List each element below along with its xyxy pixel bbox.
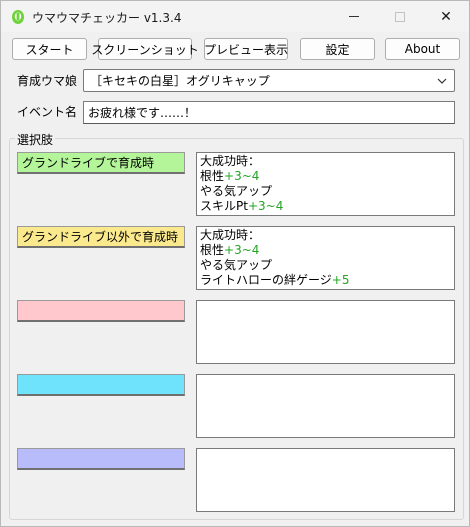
- uma-select[interactable]: ［キセキの白星］オグリキャップ: [83, 69, 455, 92]
- chevron-down-icon: [437, 78, 447, 84]
- about-button[interactable]: About: [385, 38, 460, 60]
- result-line: スキルPt+3~4: [200, 199, 284, 213]
- event-name-value: お疲れ様です……！: [88, 106, 197, 120]
- result-line: 根性+3~4: [200, 169, 260, 183]
- minimize-button[interactable]: [331, 1, 377, 32]
- choice-result-5: [196, 448, 455, 512]
- choice-label-2: グランドライブ以外で育成時: [22, 230, 179, 244]
- choice-button-5[interactable]: [17, 448, 185, 470]
- choice-label-1: グランドライブで育成時: [22, 156, 155, 170]
- close-button[interactable]: ✕: [423, 1, 469, 32]
- result-line: ライトハローの絆ゲージ+5: [200, 273, 350, 287]
- choice-button-4[interactable]: [17, 374, 185, 396]
- event-label: イベント名: [17, 105, 78, 119]
- choice-button-3[interactable]: [17, 300, 185, 322]
- title-bar[interactable]: ウマウマチェッカー v1.3.4 ✕: [1, 1, 469, 32]
- choice-button-1[interactable]: グランドライブで育成時: [17, 152, 185, 174]
- uma-select-value: ［キセキの白星］オグリキャップ: [90, 74, 270, 88]
- choice-result-2: 大成功時： 根性+3~4 やる気アップ ライトハローの絆ゲージ+5: [196, 226, 455, 290]
- app-logo-icon: [12, 10, 24, 24]
- choices-group-title: 選択肢: [15, 131, 56, 148]
- result-line: やる気アップ: [200, 184, 273, 198]
- result-line: 大成功時：: [200, 228, 261, 242]
- choice-button-2[interactable]: グランドライブ以外で育成時: [17, 226, 185, 248]
- close-icon: ✕: [440, 8, 452, 25]
- screenshot-button[interactable]: スクリーンショット: [91, 38, 199, 60]
- maximize-icon: [395, 11, 405, 22]
- start-button[interactable]: スタート: [12, 38, 87, 60]
- result-line: 大成功時：: [200, 154, 261, 168]
- choice-result-3: [196, 300, 455, 364]
- minimize-icon: [349, 16, 359, 17]
- event-name-field[interactable]: お疲れ様です……！: [83, 101, 455, 124]
- result-line: やる気アップ: [200, 258, 273, 272]
- choice-result-4: [196, 374, 455, 438]
- choice-result-1: 大成功時： 根性+3~4 やる気アップ スキルPt+3~4: [196, 152, 455, 216]
- uma-label: 育成ウマ娘: [17, 74, 78, 88]
- maximize-button[interactable]: [377, 1, 423, 32]
- settings-button[interactable]: 設定: [300, 38, 375, 60]
- preview-button[interactable]: プレビュー表示: [204, 38, 288, 60]
- result-line: 根性+3~4: [200, 243, 260, 257]
- app-window: ウマウマチェッカー v1.3.4 ✕ スタート スクリーンショット プレビュー表…: [0, 0, 470, 527]
- window-title: ウマウマチェッカー v1.3.4: [32, 11, 182, 25]
